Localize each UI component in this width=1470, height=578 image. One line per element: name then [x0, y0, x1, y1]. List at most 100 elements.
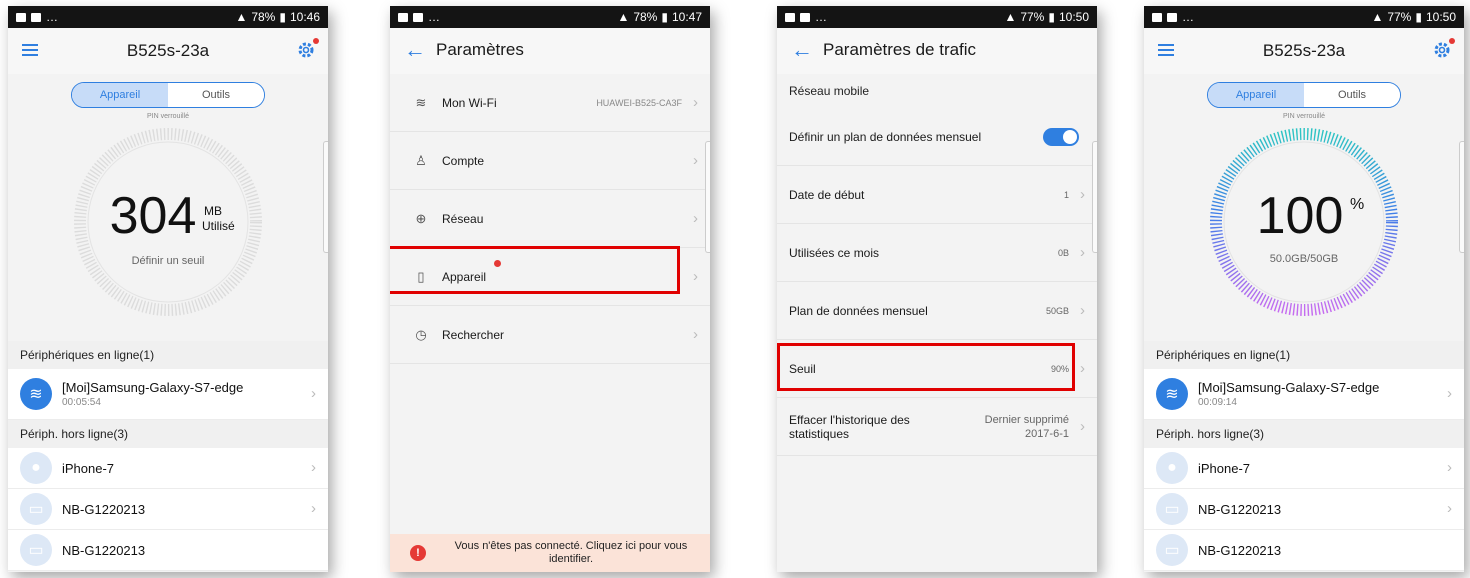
- settings-item-network[interactable]: ⊕ Réseau ›: [390, 190, 710, 248]
- row-value: 0B: [1057, 247, 1069, 258]
- login-banner[interactable]: ! Vous n'êtes pas connecté. Cliquez ici …: [390, 534, 710, 572]
- usage-value: 100: [1256, 187, 1344, 245]
- monthly-plan-toggle[interactable]: [1043, 127, 1079, 146]
- offline-device-row[interactable]: ▭ NB-G1220213 ›: [1144, 489, 1464, 530]
- chevron-right-icon: ›: [1080, 301, 1085, 319]
- laptop-icon: ▭: [1156, 534, 1188, 566]
- settings-item-wifi[interactable]: ≋ Mon Wi-Fi HUAWEI-B525-CA3F ›: [390, 74, 710, 132]
- warning-icon: !: [410, 545, 426, 561]
- battery-icon: ▮: [279, 10, 286, 24]
- settings-item-label: Mon Wi-Fi: [442, 95, 497, 110]
- laptop-icon: ▭: [20, 493, 52, 525]
- notification-dot: [1449, 38, 1455, 44]
- wifi-icon: ≋: [1156, 378, 1188, 410]
- more-notifications: …: [815, 10, 827, 24]
- app-bar: B525s-23a: [1144, 28, 1464, 74]
- usage-value: 304: [109, 187, 197, 245]
- app-bar: ← Paramètres: [390, 28, 710, 74]
- tab-outils[interactable]: Outils: [168, 83, 264, 107]
- online-device-row[interactable]: ≋ [Moi]Samsung-Galaxy-S7-edge 00:09:14 ›: [1144, 369, 1464, 420]
- offline-devices-header: Périph. hors ligne(3): [1144, 420, 1464, 448]
- gallery-icon: [1152, 12, 1162, 22]
- device-name: iPhone-7: [1198, 460, 1251, 476]
- laptop-icon: ▭: [20, 534, 52, 566]
- offline-device-row[interactable]: ▭ NB-G1220213 ›: [8, 489, 328, 530]
- scroll-indicator: [323, 141, 328, 253]
- page-title: B525s-23a: [1262, 41, 1346, 60]
- segmented-control: Appareil Outils: [71, 82, 265, 108]
- settings-item-search[interactable]: ◷ Rechercher ›: [390, 306, 710, 364]
- page-title: B525s-23a: [126, 41, 210, 60]
- settings-item-label: Réseau: [442, 211, 484, 226]
- offline-device-row[interactable]: ● iPhone-7 ›: [1144, 448, 1464, 489]
- signal-icon: ▲: [1004, 10, 1017, 24]
- message-icon: [800, 12, 810, 22]
- traffic-gauge[interactable]: 100 % 50.0GB/50GB: [1204, 122, 1404, 322]
- tab-appareil[interactable]: Appareil: [1208, 83, 1304, 107]
- online-device-row[interactable]: ≋ [Moi]Samsung-Galaxy-S7-edge 00:05:54 ›: [8, 369, 328, 420]
- gallery-icon: [785, 12, 795, 22]
- usage-unit: MB: [204, 204, 222, 218]
- page-title: Paramètres de trafic: [823, 40, 977, 59]
- more-notifications: …: [46, 10, 58, 24]
- signal-icon: ▲: [1371, 10, 1384, 24]
- scroll-indicator: [1092, 141, 1097, 253]
- settings-item-account[interactable]: ♙ Compte ›: [390, 132, 710, 190]
- clock: 10:47: [671, 10, 702, 24]
- chevron-right-icon: ›: [1080, 417, 1085, 435]
- more-notifications: …: [1182, 10, 1194, 24]
- apple-icon: ●: [1156, 452, 1188, 484]
- monthly-plan-toggle-row[interactable]: Définir un plan de données mensuel: [777, 108, 1097, 166]
- traffic-gauge[interactable]: 304 MB Utilisé Définir un seuil: [68, 122, 268, 322]
- battery-icon: ▮: [661, 10, 668, 24]
- scroll-indicator: [705, 141, 710, 253]
- usage-unit-label: Utilisé: [202, 219, 235, 233]
- clock: 10:46: [289, 10, 320, 24]
- offline-device-row[interactable]: ▭ NB-G1220213: [1144, 530, 1464, 571]
- device-name: NB-G1220213: [62, 542, 146, 558]
- offline-devices-header: Périph. hors ligne(3): [8, 420, 328, 448]
- battery-icon: ▮: [1415, 10, 1422, 24]
- signal-icon: ▲: [617, 10, 630, 24]
- chevron-right-icon: ›: [1447, 385, 1452, 402]
- wifi-icon: ≋: [20, 378, 52, 410]
- section-header-mobile-network: Réseau mobile: [777, 74, 1097, 108]
- message-icon: [413, 12, 423, 22]
- chevron-right-icon: ›: [1447, 500, 1452, 517]
- device-name: NB-G1220213: [1198, 542, 1282, 558]
- battery-level: 78%: [633, 10, 658, 24]
- apple-icon: ●: [20, 452, 52, 484]
- row-value: 50GB: [1045, 305, 1069, 316]
- chevron-right-icon: ›: [311, 500, 316, 517]
- battery-icon: ▮: [1048, 10, 1055, 24]
- row-label: Effacer l'historique des statistiques: [789, 412, 910, 441]
- chevron-right-icon: ›: [311, 459, 316, 476]
- device-name: [Moi]Samsung-Galaxy-S7-edge: [62, 380, 244, 395]
- set-threshold-link[interactable]: Définir un seuil: [68, 255, 268, 267]
- chevron-right-icon: ›: [311, 385, 316, 402]
- status-bar: … ▲ 78% ▮ 10:47: [390, 6, 710, 28]
- pin-status: PIN verrouillé: [1282, 113, 1325, 120]
- scroll-indicator: [1459, 141, 1464, 253]
- tab-outils[interactable]: Outils: [1304, 83, 1400, 107]
- online-devices-header: Périphériques en ligne(1): [1144, 341, 1464, 369]
- offline-device-row[interactable]: ● iPhone-7 ›: [8, 448, 328, 489]
- device-name: NB-G1220213: [62, 501, 146, 517]
- start-date-row[interactable]: Date de début 1 ›: [777, 166, 1097, 224]
- back-arrow-icon[interactable]: ←: [404, 39, 426, 61]
- monthly-plan-row[interactable]: Plan de données mensuel 50GB ›: [777, 282, 1097, 340]
- segmented-control: Appareil Outils: [1207, 82, 1401, 108]
- phone-screen-home: … ▲ 78% ▮ 10:46 B525s-23a Appareil Outils P…: [8, 6, 328, 572]
- tab-appareil[interactable]: Appareil: [72, 83, 168, 107]
- pin-status: PIN verrouillé: [146, 113, 189, 120]
- offline-device-row[interactable]: ▭ NB-G1220213: [8, 530, 328, 571]
- used-this-month-row[interactable]: Utilisées ce mois 0B ›: [777, 224, 1097, 282]
- status-bar: … ▲ 77% ▮ 10:50: [1144, 6, 1464, 28]
- back-arrow-icon[interactable]: ←: [791, 39, 813, 61]
- app-bar: ← Paramètres de trafic: [777, 28, 1097, 74]
- app-bar: B525s-23a: [8, 28, 328, 74]
- online-devices-header: Périphériques en ligne(1): [8, 341, 328, 369]
- laptop-icon: ▭: [1156, 493, 1188, 525]
- usage-amount: 50.0GB/50GB: [1269, 253, 1339, 265]
- clear-history-row[interactable]: Effacer l'historique des statistiques De…: [777, 398, 1097, 456]
